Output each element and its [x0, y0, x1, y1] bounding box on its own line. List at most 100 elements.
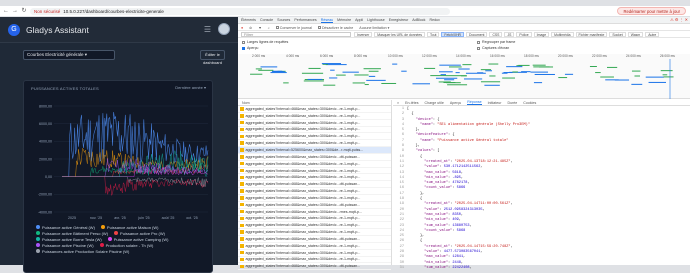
filter-chip[interactable]: Inverser [354, 31, 373, 37]
filter-chip[interactable]: Police [516, 31, 532, 37]
devtools-tab[interactable]: Sources [277, 18, 290, 22]
back-icon[interactable]: ← [3, 8, 9, 14]
address-bar[interactable]: Non sécurisé 10.5.0.227/dashboard/courbe… [30, 7, 450, 15]
xhr-icon [240, 209, 244, 214]
request-row[interactable]: aggregated_states?interval=468&max_state… [238, 140, 391, 148]
timeline-request-bar [533, 82, 543, 84]
preserve-log-option[interactable]: Conserver le journal [275, 25, 312, 30]
detail-tab[interactable]: Initiateur [488, 101, 502, 105]
power-chart[interactable]: 8000,00 6000,00 4000,00 2000,00 0,00 -2000,00… [24, 94, 214, 222]
screenshots-label: Captures d'écran [482, 46, 510, 50]
detail-tab[interactable]: Cookies [523, 101, 536, 105]
period-select[interactable]: Dernière année ▾ [175, 85, 206, 90]
large-rows-option[interactable]: Larges lignes de requêtes [242, 40, 288, 44]
devtools-tab[interactable]: Éléments [241, 18, 256, 22]
request-row[interactable]: aggregated_states?interval=468&max_state… [238, 168, 391, 175]
filter-chip[interactable]: JS [504, 31, 515, 37]
record-icon[interactable]: ● [241, 26, 243, 30]
timeline-request-bar [458, 68, 470, 70]
xhr-icon [240, 223, 244, 228]
request-row[interactable]: aggregated_states?interval=468&max_state… [238, 257, 391, 264]
devtools-tab[interactable]: Performances [294, 18, 316, 22]
y-tick-label: 4000,00 [39, 140, 52, 144]
detail-tab[interactable]: Durée [507, 101, 517, 105]
timeline-request-bar [270, 72, 287, 74]
request-row[interactable]: aggregated_states?interval=468&max_state… [238, 236, 391, 243]
menu-icon[interactable]: ☰ [204, 25, 211, 34]
filter-chip[interactable]: Wasm [627, 31, 644, 37]
request-row[interactable]: aggregated_states?interval=468&max_state… [238, 106, 391, 113]
devtools-tab[interactable]: Lighthouse [367, 18, 385, 22]
overview-option[interactable]: Aperçu [242, 46, 258, 50]
filter-icon[interactable]: ▼ [258, 26, 262, 30]
request-name: aggregated_states?interval=468&max_state… [245, 106, 361, 111]
request-row[interactable]: aggregated_states?interval=468&max_state… [238, 113, 391, 120]
request-name: aggregated_states?interval=468&max_state… [245, 168, 361, 173]
detail-tab[interactable]: Charge utile [425, 101, 444, 105]
request-row[interactable]: aggregated_states?interval=468&max_state… [238, 229, 391, 237]
filter-chip[interactable]: Masquer les URL de données [374, 31, 425, 37]
filter-chip[interactable]: Autre [645, 31, 660, 37]
update-browser-button[interactable]: Redémarrer pour mettre à jour [617, 7, 686, 15]
filter-chip[interactable]: Socket [609, 31, 626, 37]
devtools-tab[interactable]: Appli [355, 18, 363, 22]
filter-input[interactable]: Filtrer [241, 31, 351, 37]
filter-chip[interactable]: CSS [489, 31, 503, 37]
dashboard-select[interactable]: Courbes Electricité générale ▾ [23, 50, 115, 60]
group-frame-option[interactable]: Regrouper par frame [477, 40, 515, 44]
detail-tab[interactable]: Aperçu [450, 101, 461, 105]
request-row[interactable]: aggregated_states?interval=468&max_state… [238, 263, 391, 271]
detail-tab[interactable]: Réponse [467, 100, 482, 105]
request-row[interactable]: aggregated_states?interval=468&max_state… [238, 120, 391, 127]
devtools-tab[interactable]: Enregistreur [389, 18, 409, 22]
filter-chip[interactable]: Fichier manifeste [575, 31, 608, 37]
filter-chip[interactable]: Document [466, 31, 488, 37]
response-line-text: "name": "Puissance active Général totale… [419, 138, 509, 143]
devtools-tab[interactable]: Réseau [320, 18, 334, 23]
filter-chip[interactable]: Multimédia [551, 31, 574, 37]
request-row[interactable]: aggregated_states?interval=468&max_state… [238, 195, 391, 202]
request-row[interactable]: aggregated_states?interval=468&max_state… [238, 250, 391, 257]
timeline-request-bar [381, 82, 397, 84]
request-row[interactable]: aggregated_states?interval=468&max_state… [238, 216, 391, 223]
devtools-tab[interactable]: AdBlock [412, 18, 425, 22]
devtools-tab[interactable]: Mémoire [337, 18, 351, 22]
request-row[interactable]: aggregated_states?interval=468&max_state… [238, 161, 391, 168]
devtools-tab[interactable]: Console [260, 18, 273, 22]
request-row[interactable]: aggregated_states?interval=468&max_state… [238, 243, 391, 250]
xhr-icon [240, 182, 244, 186]
request-row[interactable]: aggregated_states?interval=468&max_state… [238, 154, 391, 161]
xhr-icon [240, 244, 244, 248]
filter-chip[interactable]: Tout [426, 31, 440, 37]
filter-chip[interactable]: Image [533, 31, 550, 37]
network-timeline[interactable]: 2 000 ms 4 000 ms 6 000 ms 8 000 ms 10 000 m… [238, 54, 690, 99]
legend-item[interactable]: Puissances active Production Solaire Pis… [36, 248, 129, 254]
detail-tab[interactable]: En-têtes [405, 101, 418, 105]
throttle-select[interactable]: Aucune limitation ▾ [359, 26, 389, 30]
timeline-tick: 20 000 ms [558, 54, 573, 58]
disable-cache-option[interactable]: Désactiver le cache [317, 25, 353, 30]
edit-dashboard-button[interactable]: Éditer le dashboard [200, 50, 225, 65]
reload-icon[interactable]: ↻ [21, 8, 27, 14]
forward-icon[interactable]: → [12, 8, 18, 14]
request-row[interactable]: aggregated_states?interval=468&max_state… [238, 174, 391, 182]
request-row[interactable]: aggregated_states?interval=468&max_state… [238, 202, 391, 209]
avatar[interactable] [218, 23, 230, 35]
request-row[interactable]: aggregated_states?interval=468&max_state… [238, 209, 391, 216]
screenshots-option[interactable]: Captures d'écran [477, 46, 509, 50]
request-row[interactable]: aggregated_states?interval=525600&max_st… [238, 147, 391, 154]
search-icon[interactable]: ⌕ [268, 26, 270, 30]
timeline-request-bar [439, 64, 461, 66]
filter-chip[interactable]: Fetch/XHR [441, 31, 464, 37]
request-row[interactable]: aggregated_states?interval=468&max_state… [238, 181, 391, 189]
request-row[interactable]: aggregated_states?interval=468&max_state… [238, 222, 391, 230]
clear-icon[interactable]: ⊘ [249, 26, 252, 30]
timeline-request-bar [368, 70, 379, 72]
request-row[interactable]: aggregated_states?interval=468&max_state… [238, 127, 391, 134]
timeline-request-bar [480, 69, 492, 71]
request-row[interactable]: aggregated_states?interval=468&max_state… [238, 133, 391, 141]
close-detail-icon[interactable]: × [397, 101, 399, 105]
legend-dot-icon [99, 243, 104, 247]
devtools-tab[interactable]: Redux [429, 18, 439, 22]
request-row[interactable]: aggregated_states?interval=468&max_state… [238, 188, 391, 195]
